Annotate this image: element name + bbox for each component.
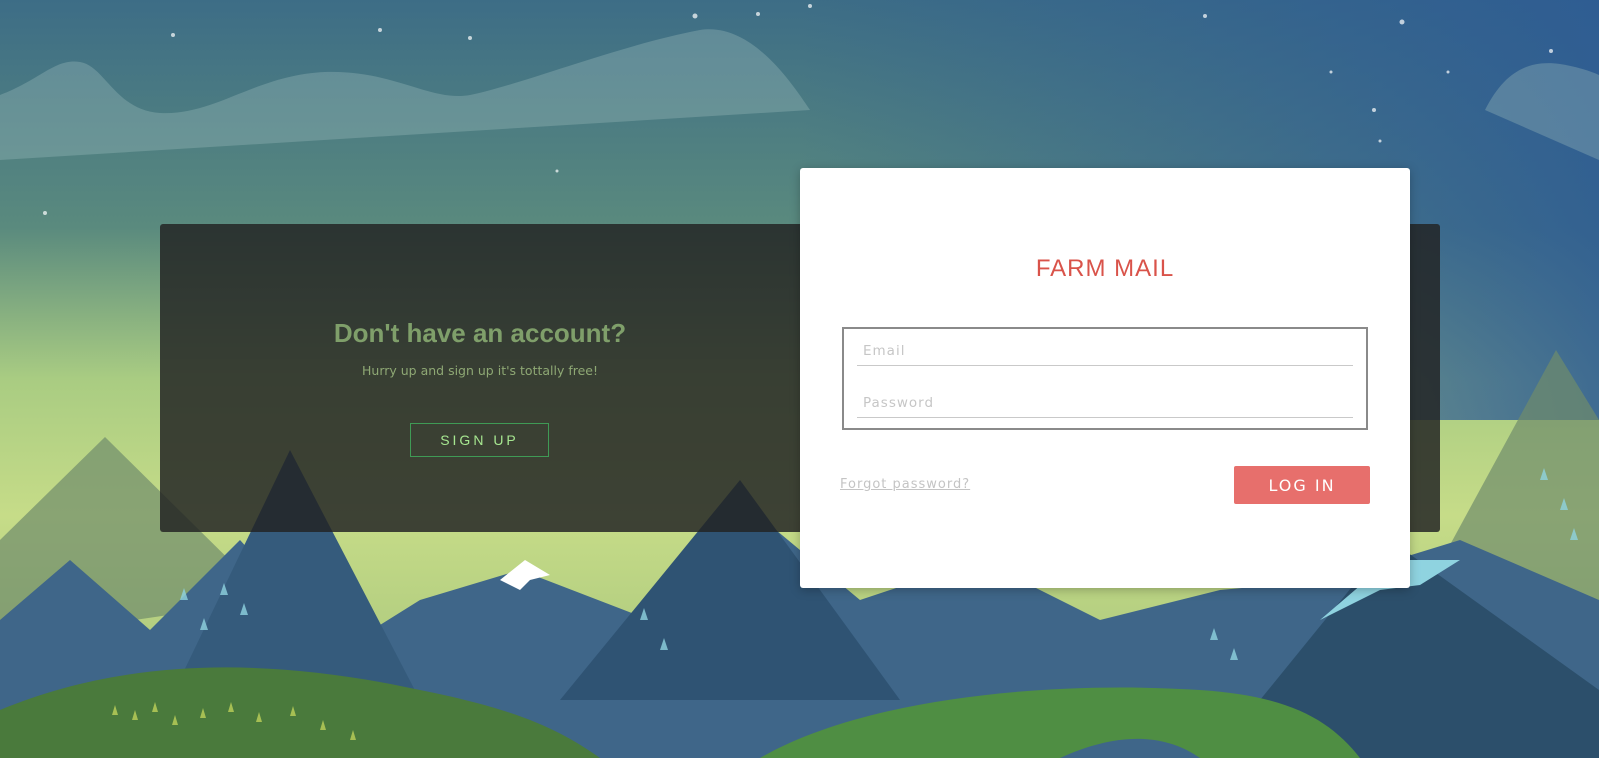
login-card: FARM MAIL Forgot password? LOG IN — [800, 168, 1410, 588]
signup-heading: Don't have an account? — [333, 318, 627, 348]
brand-title: FARM MAIL — [1035, 255, 1175, 282]
forgot-password-link[interactable]: Forgot password? — [840, 477, 970, 492]
sign-up-button[interactable]: SIGN UP — [410, 423, 549, 457]
credentials-box — [842, 327, 1368, 430]
signup-subtitle: Hurry up and sign up it's tottally free! — [362, 363, 598, 378]
log-in-button[interactable]: LOG IN — [1234, 466, 1370, 504]
password-field[interactable] — [857, 388, 1353, 418]
email-field[interactable] — [857, 336, 1353, 366]
signup-section: Don't have an account? Hurry up and sign… — [160, 224, 800, 532]
